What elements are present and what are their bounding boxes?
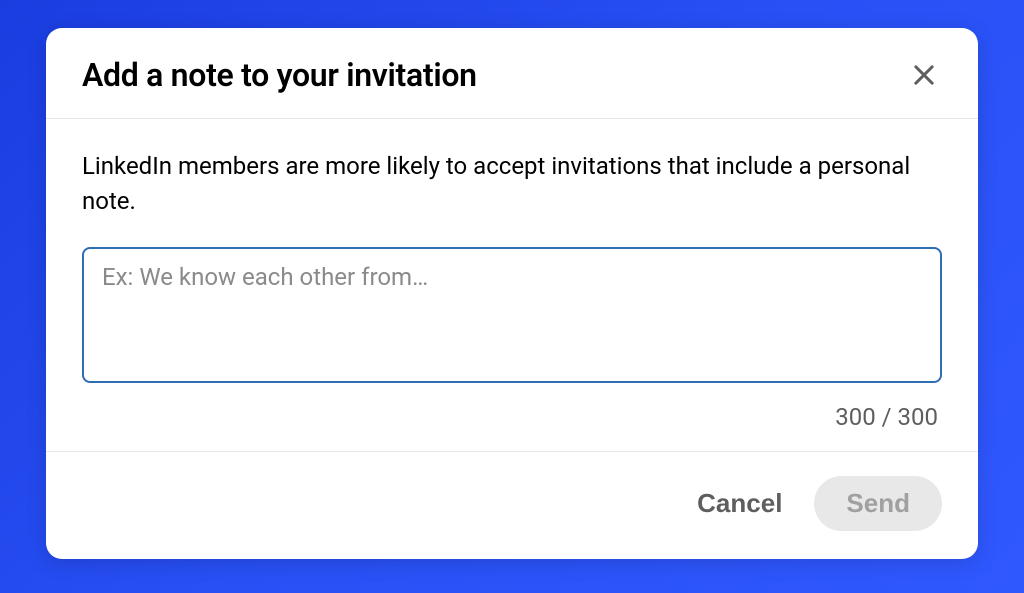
- note-input[interactable]: [82, 247, 942, 383]
- send-button[interactable]: Send: [814, 476, 942, 531]
- cancel-button[interactable]: Cancel: [689, 478, 790, 529]
- char-counter: 300 / 300: [82, 403, 942, 431]
- modal-body: LinkedIn members are more likely to acce…: [46, 119, 978, 451]
- invitation-note-modal: Add a note to your invitation LinkedIn m…: [46, 28, 978, 559]
- modal-header: Add a note to your invitation: [46, 28, 978, 119]
- modal-description: LinkedIn members are more likely to acce…: [82, 149, 942, 219]
- close-button[interactable]: [906, 57, 942, 93]
- modal-footer: Cancel Send: [46, 451, 978, 559]
- modal-title: Add a note to your invitation: [82, 56, 477, 94]
- close-icon: [910, 61, 938, 89]
